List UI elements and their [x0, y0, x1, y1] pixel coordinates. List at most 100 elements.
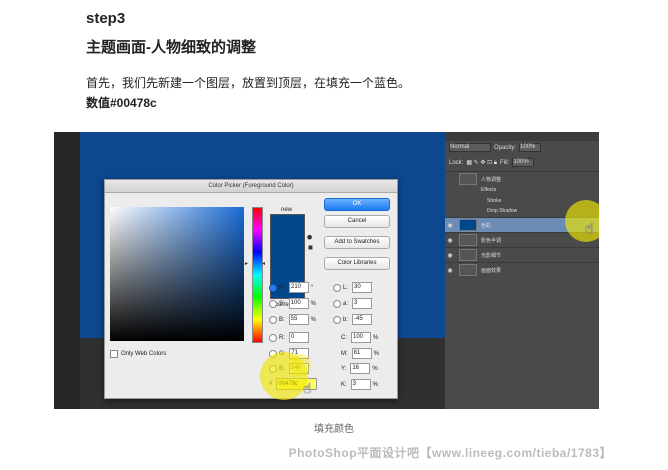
lab-b-radio[interactable] [333, 315, 341, 324]
hue-radio[interactable] [269, 283, 277, 292]
black-label: K: [341, 381, 347, 388]
image-caption: 填充颜色 [314, 424, 354, 435]
effect-stroke[interactable]: Stroke [487, 198, 501, 204]
dialog-title: Color Picker (Foreground Color) [105, 180, 397, 193]
layer-thumbnail [459, 219, 477, 231]
magenta-unit: % [373, 350, 380, 357]
opacity-label: Opacity: [494, 144, 517, 151]
saturation-row: S: 100% [269, 298, 317, 309]
only-web-checkbox[interactable] [110, 350, 118, 358]
brightness-input[interactable]: 55 [288, 314, 309, 325]
slider-left-arrow-icon[interactable]: ▸ [245, 260, 248, 267]
lab-a-label: a: [343, 300, 349, 307]
magenta-row: M: 81% [341, 348, 380, 359]
fill-input[interactable]: 100% [512, 158, 535, 167]
cyan-label: C: [341, 334, 347, 341]
lock-label: Lock: [449, 159, 464, 166]
layer-name: 画面效果 [481, 267, 502, 274]
black-input[interactable]: 3 [350, 379, 371, 390]
layer-row[interactable]: ◉ 光影细节 [445, 247, 599, 262]
color-field[interactable] [110, 207, 244, 341]
lab-l-label: L: [343, 284, 349, 291]
ok-button[interactable]: OK [324, 198, 390, 211]
lab-l-row: L: 30 [333, 282, 373, 293]
layer-row[interactable]: 人物调整 [445, 171, 599, 186]
blend-mode-select[interactable]: Normal [449, 143, 491, 152]
magenta-input[interactable]: 81 [351, 348, 372, 359]
only-web-label: Only Web Colors [121, 351, 167, 357]
layer-row[interactable]: ◉ 画面效果 [445, 262, 599, 277]
lab-b-label: b: [343, 316, 349, 323]
lab-b-input[interactable]: -45 [352, 314, 373, 325]
hand-cursor-icon: ☝ [303, 380, 312, 396]
eye-icon[interactable]: ◉ [445, 222, 455, 229]
saturation-label: S: [279, 300, 285, 307]
panel-toolbar [445, 132, 599, 141]
instruction-paragraph: 首先，我们先新建一个图层，放置到顶层，在填充一个蓝色。 [86, 76, 411, 90]
layer-name: 人物调整 [481, 176, 502, 183]
photoshop-screenshot: Normal Opacity: 100% Lock: ▦ ✎ ✥ ⊡ 🔒︎ Fi… [54, 132, 599, 409]
hue-slider[interactable] [252, 207, 263, 343]
hue-input[interactable]: 210 [289, 282, 309, 293]
lab-l-input[interactable]: 30 [352, 282, 373, 293]
lab-a-row: a: 3 [333, 298, 373, 309]
hand-cursor-icon: ☝ [585, 220, 594, 236]
black-unit: % [372, 381, 379, 388]
lock-icons[interactable]: ▦ ✎ ✥ ⊡ 🔒︎ [466, 159, 497, 167]
section-title: 主题画面-人物细致的调整 [86, 39, 256, 56]
magenta-label: M: [341, 350, 348, 357]
highlight-circle-small [289, 354, 311, 376]
color-libraries-button[interactable]: Color Libraries [324, 257, 390, 270]
opacity-input[interactable]: 100% [519, 143, 542, 152]
saturation-input[interactable]: 100 [288, 298, 309, 309]
eye-icon[interactable]: ◉ [445, 252, 455, 259]
watermark: PhotoShop平面设计吧【www.lineeg.com/tieba/1783… [288, 446, 612, 460]
red-radio[interactable] [269, 333, 277, 342]
layer-name: 影色半调 [481, 237, 502, 244]
only-web-colors[interactable]: Only Web Colors [110, 350, 166, 358]
lab-l-radio[interactable] [333, 283, 341, 292]
slider-right-arrow-icon[interactable]: ◂ [262, 260, 265, 267]
brightness-unit: % [310, 316, 317, 323]
effect-drop-shadow[interactable]: Drop Shadow [487, 208, 517, 214]
lab-a-radio[interactable] [333, 299, 341, 308]
cyan-unit: % [373, 334, 379, 341]
brightness-label: B: [279, 316, 285, 323]
yellow-input[interactable]: 16 [350, 363, 371, 374]
color-value-label: 数值#00478c [86, 96, 157, 110]
hue-label: H: [279, 284, 285, 291]
step-heading: step3 [86, 10, 126, 27]
hue-unit: ° [311, 284, 314, 291]
lab-b-row: b: -45 [333, 314, 373, 325]
cancel-button[interactable]: Cancel [324, 215, 390, 228]
layer-name: 色彩 [481, 222, 492, 229]
workspace-left [54, 132, 80, 409]
cyan-input[interactable]: 100 [351, 332, 371, 343]
red-input[interactable]: 0 [289, 332, 309, 343]
lab-a-input[interactable]: 3 [352, 298, 373, 309]
new-color-swatch [270, 214, 305, 258]
saturation-radio[interactable] [269, 299, 277, 308]
fill-label: Fill: [499, 159, 510, 166]
yellow-unit: % [372, 365, 378, 372]
brightness-row: B: 55% [269, 314, 317, 325]
new-label: new [281, 207, 293, 213]
layer-thumbnail [459, 234, 477, 246]
yellow-row: Y: 16% [341, 363, 378, 374]
layer-thumbnail [459, 249, 477, 261]
yellow-label: Y: [341, 365, 347, 372]
gamut-warning-icon[interactable]: ⬣ [307, 234, 312, 241]
layers-panel: Normal Opacity: 100% Lock: ▦ ✎ ✥ ⊡ 🔒︎ Fi… [445, 132, 599, 409]
layer-thumbnail [459, 173, 477, 185]
add-to-swatches-button[interactable]: Add to Swatches [324, 236, 390, 249]
websafe-cube-icon[interactable]: ◼ [308, 244, 313, 251]
brightness-radio[interactable] [269, 315, 277, 324]
saturation-unit: % [310, 300, 317, 307]
layer-name: 光影细节 [481, 252, 502, 259]
eye-icon[interactable]: ◉ [445, 267, 455, 274]
color-picker-dialog: Color Picker (Foreground Color) ○ ▸ ◂ ne… [104, 179, 398, 400]
layer-thumbnail [459, 264, 477, 276]
hue-row: H: 210 ° [269, 282, 317, 293]
eye-icon[interactable]: ◉ [445, 237, 455, 244]
blend-row: Normal Opacity: 100% [449, 143, 542, 152]
